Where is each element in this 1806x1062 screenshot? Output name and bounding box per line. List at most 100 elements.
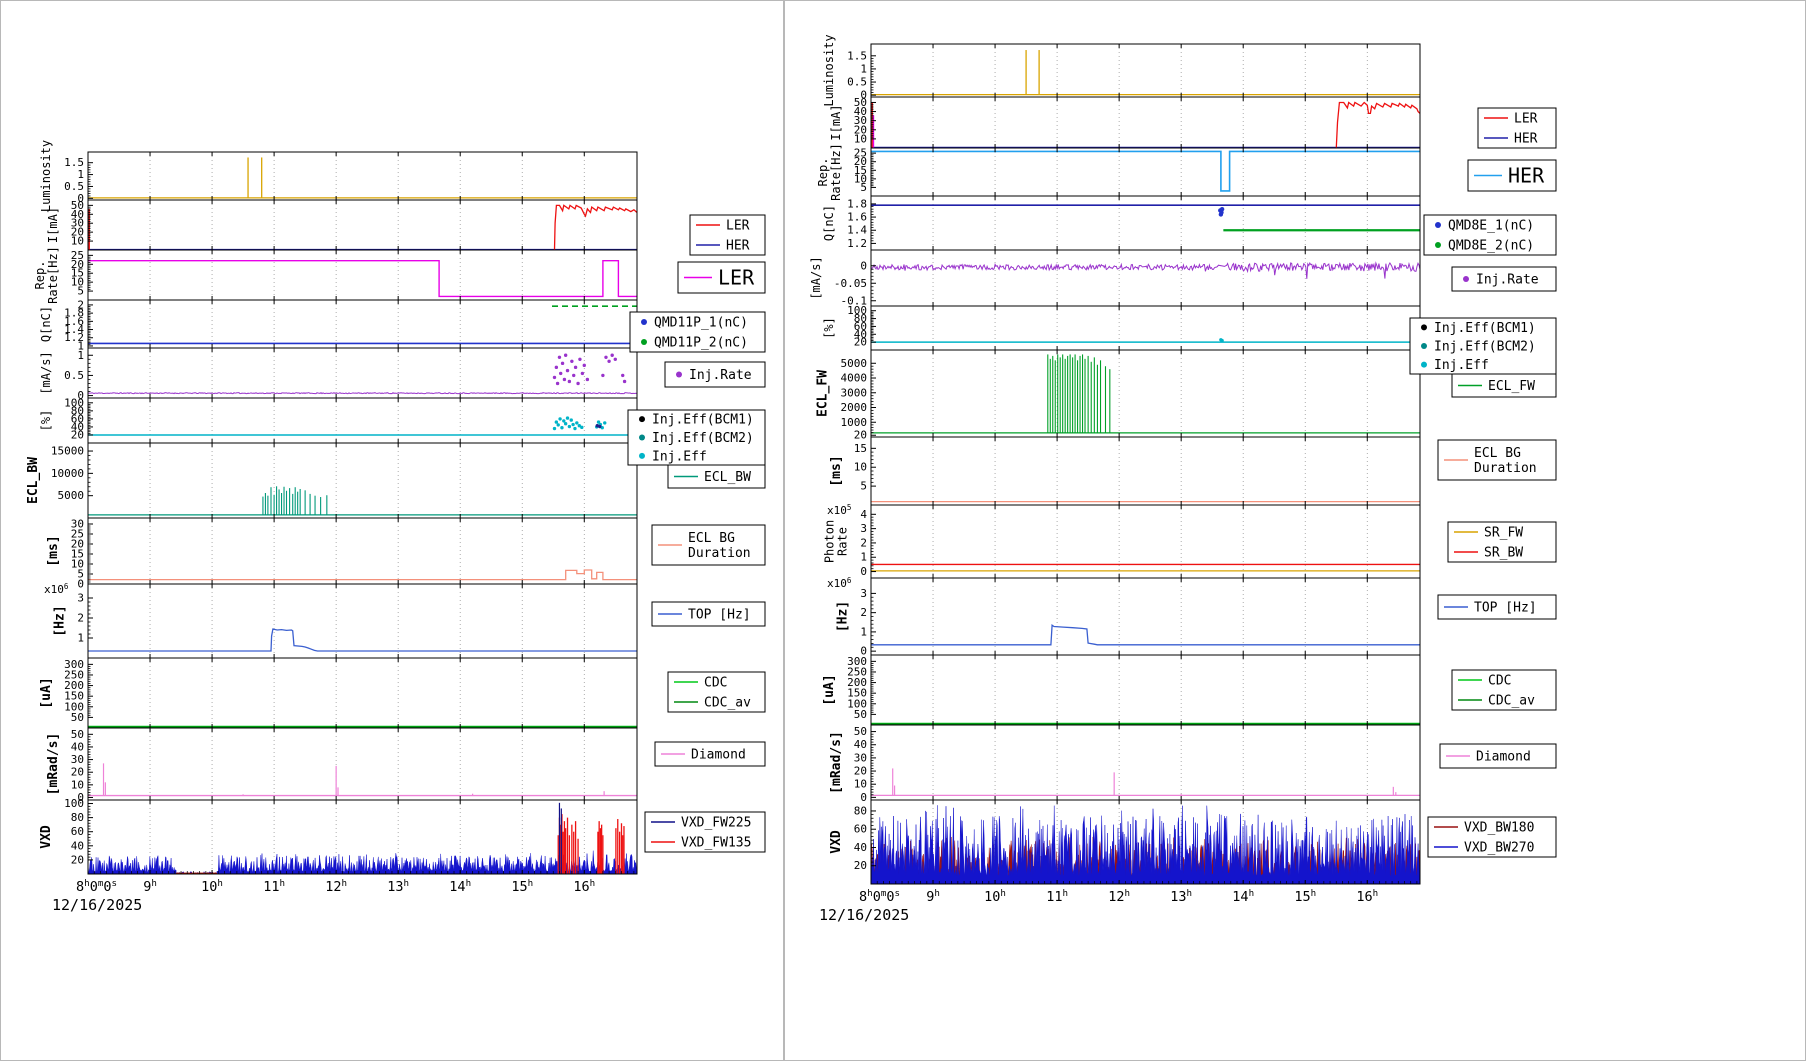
series-point (566, 369, 569, 372)
legend-swatch-dot (1463, 276, 1469, 282)
chart-text: 20 (71, 766, 84, 779)
series-line (88, 629, 637, 651)
row-frame (871, 196, 1420, 250)
row-axis-label: [mRad/s] (46, 733, 61, 796)
series-group (871, 205, 1420, 230)
chart-text: 10000 (51, 467, 84, 480)
row-mrad-s: 50403020100[mRad/s] (829, 725, 1420, 804)
row-photon-rate: 43210PhotonRatex105 (822, 503, 1420, 579)
date-label-right: 12/16/2025 (819, 906, 909, 924)
chart-text: SR_BW (1484, 546, 1523, 561)
chart-text: TOP [Hz] (688, 608, 751, 623)
series-line (88, 570, 637, 580)
row-luminosity: 1.510.50Luminosity (39, 140, 637, 212)
row-frame (88, 300, 637, 348)
chart-text: 1000 (841, 416, 868, 429)
axis-tick-label: 14h (449, 878, 471, 896)
chart-text: 40 (854, 841, 867, 854)
legend-swatch-dot (641, 339, 647, 345)
chart-text: ECL BG (688, 531, 735, 546)
chart-text: 0 (860, 259, 867, 272)
row-frame (88, 658, 637, 728)
row-frame (88, 584, 637, 658)
axis-tick-label: 8h0m0s (76, 878, 117, 896)
chart-text: LER (726, 219, 750, 234)
chart-text: QMD11P_2(nC) (654, 336, 748, 351)
row-ms: 302520151050[ms] (46, 518, 637, 591)
row-axis-label: Photon (822, 520, 836, 563)
chart-text: QMD8E_2(nC) (1448, 239, 1534, 254)
series-line (88, 261, 637, 297)
chart-text: LER (1514, 112, 1538, 127)
legend-cdc: CDCCDC_av (668, 672, 765, 712)
row-axis-label: Luminosity (822, 34, 836, 106)
row-i-ma: 5040302010I[mA] (46, 199, 637, 250)
series-group (871, 564, 1420, 570)
legend-diamond: Diamond (1440, 744, 1556, 768)
series-group (88, 261, 637, 297)
row-axis-label: Rate[Hz] (46, 246, 60, 304)
row-hz: 321[Hz]x106 (44, 582, 637, 659)
chart-text: 1 (77, 349, 84, 362)
chart-text: ECL_FW (1488, 379, 1535, 394)
chart-text: VXD_BW180 (1464, 821, 1534, 836)
series-point (1220, 339, 1223, 342)
chart-text: 1 (860, 551, 867, 564)
chart-text: 5 (77, 285, 84, 298)
row-axis-label: [mA/s] (809, 256, 823, 299)
row-axis-label: I[mA] (829, 104, 843, 140)
legend-swatch-dot (639, 435, 645, 441)
chart-text: 30 (71, 753, 84, 766)
chart-text: 20 (854, 859, 867, 872)
row-axis-label: ECL_FW (816, 370, 831, 417)
chart-text: 20 (71, 428, 84, 441)
row-axis-label: Rep. (816, 158, 830, 187)
row-mrad-s: 50403020100[mRad/s] (46, 728, 637, 804)
series-point (614, 358, 617, 361)
chart-text: 20 (71, 853, 84, 866)
chart-text: CDC_av (704, 696, 751, 711)
chart-text: Inj.Eff (652, 449, 707, 464)
chart-text: 5 (860, 181, 867, 194)
chart-text: HER (1514, 132, 1538, 147)
series-point (607, 360, 610, 363)
legend-ecl-bw: ECL_BW (668, 465, 765, 488)
chart-text: CDC (1488, 674, 1511, 689)
chart-text: 1.4 (847, 224, 867, 237)
chart-text: 80 (71, 811, 84, 824)
chart-text: 50 (71, 711, 84, 724)
chart-text: 10 (71, 778, 84, 791)
series-point (586, 378, 589, 381)
chart-text: CDC_av (1488, 694, 1535, 709)
chart-text: 20 (854, 336, 867, 349)
chart-text: 50 (71, 728, 84, 741)
row-axis-label: [Hz] (52, 605, 67, 636)
chart-text: Inj.Eff(BCM2) (1434, 340, 1536, 355)
series-group (871, 805, 1420, 884)
legend-ecl-bg: ECL BGDuration (1438, 440, 1556, 480)
series-group (88, 570, 637, 580)
chart-text: 3 (77, 592, 84, 605)
axis-tick-label: 16h (1356, 888, 1378, 906)
series-point (564, 354, 567, 357)
chart-text: TOP [Hz] (1474, 601, 1537, 616)
row-ma-s: 0-0.05-0.1[mA/s] (809, 250, 1420, 307)
row-frame (88, 348, 637, 398)
series-line (871, 151, 1420, 191)
row-frame (88, 443, 637, 518)
series-point (610, 354, 613, 357)
row-frame (871, 306, 1420, 350)
row-axis-label: Luminosity (39, 140, 53, 212)
series-point (560, 426, 563, 429)
series-point (1220, 207, 1224, 211)
legend-vxd-fw225: VXD_FW225VXD_FW135 (645, 812, 765, 852)
row-vxd: 10080604020VXD (39, 797, 637, 874)
axis-tick-label: 9h (926, 888, 940, 906)
series-group (88, 205, 637, 250)
row-frame (871, 350, 1420, 437)
series-group (88, 306, 637, 343)
chart-text: 2 (860, 536, 867, 549)
chart-text: 5000 (841, 357, 868, 370)
chart-text: Inj.Rate (1476, 273, 1539, 288)
row-frame (88, 398, 637, 443)
